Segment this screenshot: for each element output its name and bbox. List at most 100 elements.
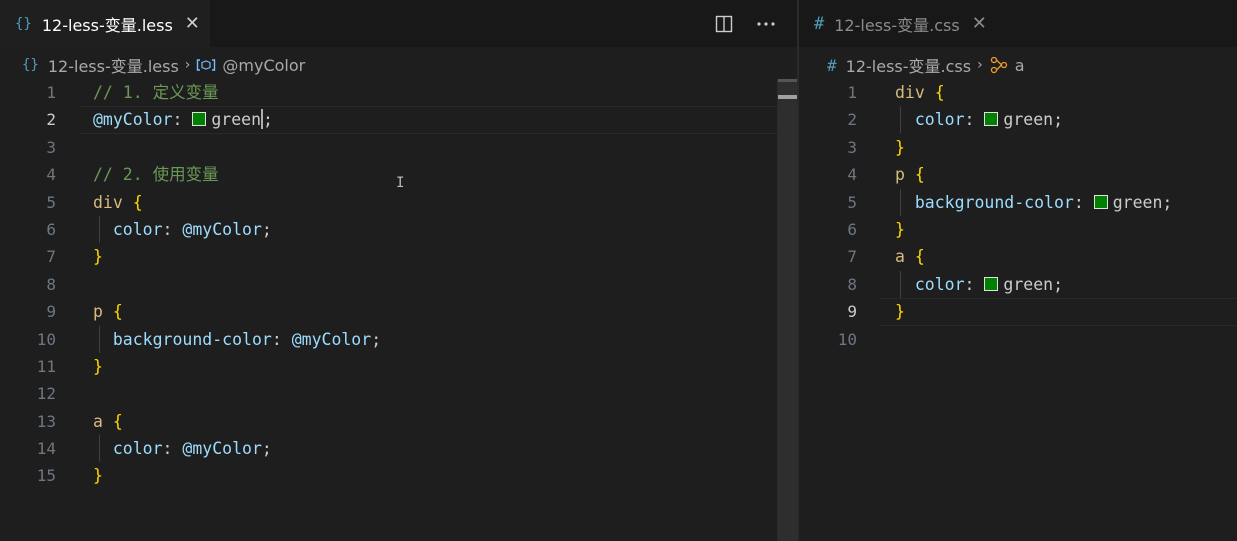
vertical-scrollbar[interactable] bbox=[777, 79, 797, 541]
selector: p bbox=[895, 165, 905, 185]
mouse-ibeam-cursor: Ι bbox=[396, 175, 405, 191]
brace: { bbox=[904, 165, 925, 185]
code-line-current: 2 @myColor: green; bbox=[0, 106, 797, 135]
brace: { bbox=[924, 83, 945, 102]
property: color bbox=[914, 274, 965, 294]
code-line-current: 9 } bbox=[799, 298, 1237, 326]
chevron-right-icon: › bbox=[184, 57, 191, 73]
code-comment: // 2. 使用变量 bbox=[93, 165, 219, 185]
variable-name: @myColor bbox=[93, 110, 173, 130]
selector-symbol-icon bbox=[989, 56, 1009, 74]
brace: } bbox=[93, 356, 103, 376]
property: color bbox=[112, 219, 163, 239]
breadcrumb: {} 12-less-变量.less › @myColor bbox=[22, 53, 305, 77]
value-text: green bbox=[1112, 192, 1163, 212]
tab-label: 12-less-变量.less bbox=[41, 15, 173, 35]
code-line: 13 a { bbox=[0, 408, 797, 435]
close-icon[interactable]: ✕ bbox=[972, 13, 987, 34]
code-line: 1 div { bbox=[799, 79, 1237, 106]
code-line: 11 } bbox=[0, 353, 797, 380]
code-line: 9 p { bbox=[0, 298, 797, 325]
line-number: 2 bbox=[847, 110, 857, 130]
line-number: 14 bbox=[36, 439, 56, 459]
line-number: 15 bbox=[36, 466, 56, 486]
color-swatch[interactable] bbox=[984, 276, 999, 291]
code-content: @myColor: green; bbox=[93, 106, 273, 133]
color-swatch[interactable] bbox=[984, 112, 999, 127]
code-line: 8 color: green; bbox=[799, 271, 1237, 298]
css-file-icon: # bbox=[827, 55, 837, 75]
more-actions-icon[interactable] bbox=[755, 13, 777, 35]
code-editor[interactable]: 1 // 1. 定义变量 2 @myColor: green; 3 4 // 2… bbox=[0, 79, 797, 490]
variable-name: @myColor bbox=[182, 439, 262, 459]
brace: } bbox=[895, 302, 905, 322]
code-line: 2 color: green; bbox=[799, 106, 1237, 133]
brace: { bbox=[102, 302, 123, 322]
line-number: 4 bbox=[847, 165, 857, 185]
brace: { bbox=[122, 192, 143, 212]
line-number: 13 bbox=[36, 411, 56, 431]
split-editor-icon[interactable] bbox=[713, 13, 735, 35]
brace: } bbox=[895, 137, 905, 157]
breadcrumb-symbol[interactable]: @myColor bbox=[222, 56, 305, 75]
tab-css-file[interactable]: # 12-less-变量.css ✕ bbox=[799, 0, 997, 47]
scrollbar-top-edge bbox=[778, 79, 797, 82]
selector: div bbox=[895, 83, 925, 102]
breadcrumb-symbol[interactable]: a bbox=[1015, 56, 1025, 75]
code-line: 6 } bbox=[799, 216, 1237, 243]
code-line: 14 color: @myColor; bbox=[0, 435, 797, 462]
left-tab-bar: {} 12-less-变量.less ✕ bbox=[0, 0, 797, 47]
right-tab-bar: # 12-less-变量.css ✕ bbox=[799, 0, 1237, 47]
breadcrumb-file[interactable]: 12-less-变量.css bbox=[846, 53, 971, 77]
chevron-right-icon: › bbox=[977, 57, 983, 73]
line-number: 3 bbox=[46, 137, 56, 157]
brace: { bbox=[102, 411, 123, 431]
selector: p bbox=[93, 302, 103, 322]
breadcrumb-file[interactable]: 12-less-变量.less bbox=[48, 53, 179, 77]
brace: } bbox=[93, 247, 103, 267]
property: color bbox=[112, 439, 163, 459]
code-line: 8 bbox=[0, 271, 797, 298]
code-line: 4 p { bbox=[799, 161, 1237, 188]
scrollbar-thumb[interactable] bbox=[778, 79, 797, 541]
value-text: green bbox=[211, 110, 262, 130]
variable-name: @myColor bbox=[291, 329, 372, 349]
line-number: 6 bbox=[46, 219, 56, 239]
less-file-icon: {} bbox=[15, 15, 32, 32]
semicolon: ; bbox=[263, 110, 273, 130]
code-editor[interactable]: 1 div { 2 color: green; 3 } 4 p { 5 back… bbox=[799, 79, 1237, 353]
code-line: 3 bbox=[0, 134, 797, 161]
code-line: 5 background-color: green; bbox=[799, 189, 1237, 216]
line-number: 11 bbox=[36, 356, 56, 376]
variable-symbol-icon bbox=[196, 58, 216, 72]
color-swatch[interactable] bbox=[192, 112, 207, 127]
close-icon[interactable]: ✕ bbox=[185, 13, 200, 34]
right-editor-pane: # 12-less-变量.css ✕ # 12-less-变量.css › a … bbox=[799, 0, 1237, 541]
line-number: 4 bbox=[46, 165, 56, 185]
value-text: green bbox=[1003, 110, 1054, 130]
line-number: 1 bbox=[847, 83, 857, 102]
line-number: 12 bbox=[36, 384, 56, 404]
line-number: 5 bbox=[46, 192, 56, 212]
selector: a bbox=[93, 411, 103, 431]
css-file-icon: # bbox=[814, 13, 825, 34]
variable-name: @myColor bbox=[182, 219, 262, 239]
line-number: 6 bbox=[847, 219, 857, 239]
line-number: 8 bbox=[847, 274, 857, 294]
code-line: 15 } bbox=[0, 462, 797, 489]
code-line: 3 } bbox=[799, 134, 1237, 161]
line-number: 9 bbox=[847, 302, 857, 322]
code-line: 10 background-color: @myColor; bbox=[0, 326, 797, 353]
tab-less-file[interactable]: {} 12-less-变量.less ✕ bbox=[0, 0, 210, 47]
line-number: 3 bbox=[847, 137, 857, 157]
code-line: 12 bbox=[0, 380, 797, 407]
brace: } bbox=[93, 466, 103, 486]
property: background-color bbox=[914, 192, 1074, 212]
color-swatch[interactable] bbox=[1093, 194, 1108, 209]
brace: { bbox=[904, 247, 925, 267]
value-text: green bbox=[1003, 274, 1054, 294]
code-line: 7 } bbox=[0, 243, 797, 270]
code-line: 5 div { bbox=[0, 189, 797, 216]
cursor-position-marker bbox=[778, 95, 797, 99]
tab-label: 12-less-变量.css bbox=[834, 15, 960, 35]
